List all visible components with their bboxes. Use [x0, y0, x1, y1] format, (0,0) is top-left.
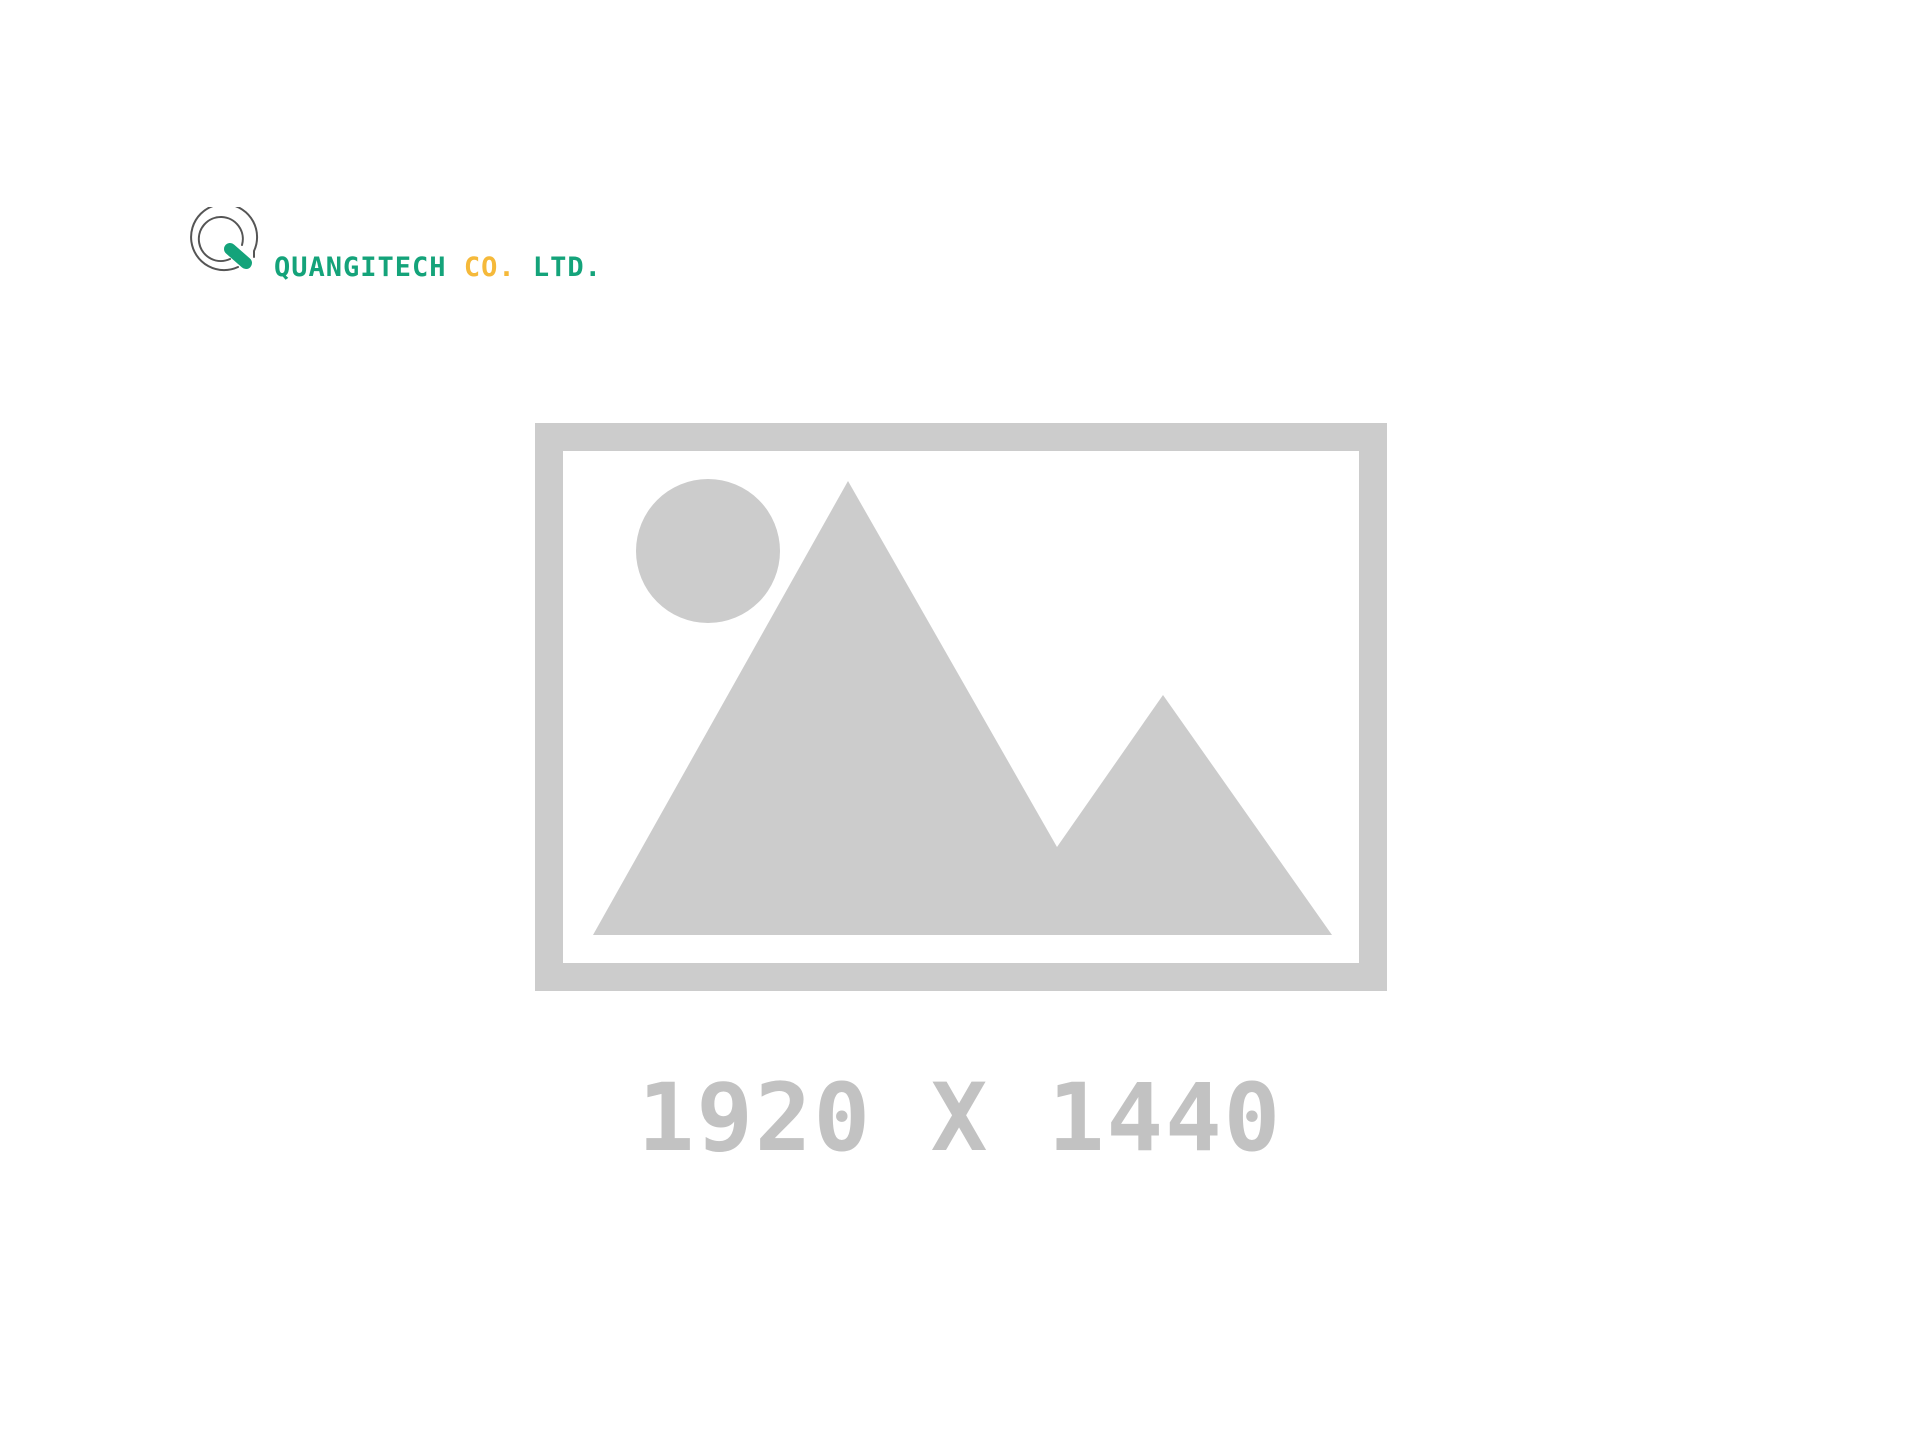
company-name-co: CO.	[463, 252, 516, 283]
placeholder-sun	[636, 479, 780, 623]
company-name: QUANGITECH CO. LTD.	[274, 254, 602, 281]
company-name-main: QUANGITECH	[274, 252, 447, 283]
company-logo: QUANGITECH CO. LTD.	[186, 207, 602, 283]
logo-mark-icon	[190, 207, 259, 272]
image-size-caption: 1920 X 1440	[637, 1064, 1283, 1173]
company-name-ltd: LTD.	[532, 252, 602, 283]
image-placeholder-icon	[535, 423, 1387, 991]
